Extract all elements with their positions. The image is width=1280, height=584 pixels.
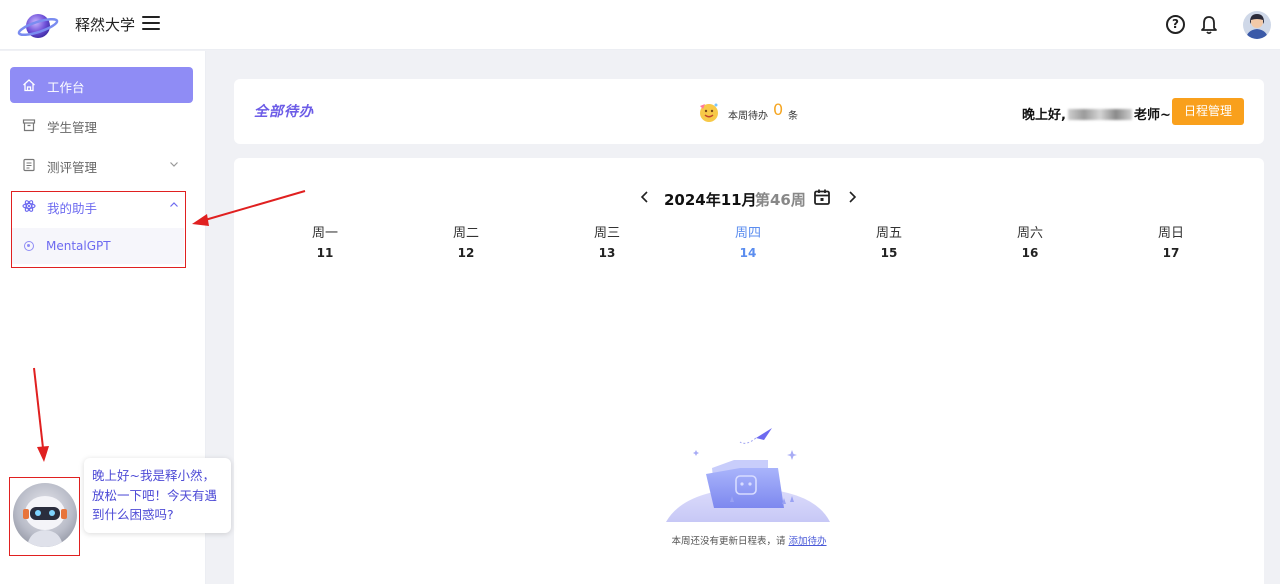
day-date: 15: [880, 246, 898, 260]
day-column-tue[interactable]: 周二 12: [436, 222, 496, 260]
day-date: 17: [1162, 246, 1180, 260]
todo-title: 全部待办: [254, 104, 314, 120]
day-name: 周六: [1016, 226, 1043, 241]
greeting: 晚上好, 老师~: [1022, 104, 1171, 123]
day-name: 周三: [593, 226, 620, 241]
day-date: 12: [457, 246, 475, 260]
planet-logo-icon: [17, 14, 59, 38]
greeting-suffix: 老师~: [1133, 108, 1171, 123]
greeting-prefix: 晚上好,: [1022, 108, 1066, 123]
chevron-down-icon: [170, 162, 178, 167]
schedule-management-button[interactable]: 日程管理: [1172, 98, 1244, 125]
day-date: 11: [316, 246, 334, 260]
empty-schedule-message: 本周还没有更新日程表，请 添加待办: [234, 533, 1264, 547]
sidebar-item-workbench[interactable]: 工作台: [10, 67, 193, 103]
empty-text: 本周还没有更新日程表，请: [671, 536, 786, 547]
annotation-box: [11, 191, 186, 268]
day-column-sun[interactable]: 周日 17: [1141, 222, 1201, 260]
sidebar-item-assessment[interactable]: 测评管理: [10, 147, 193, 183]
todo-card: 全部待办 本周待办 0 条 晚上好, 老师~ 日程管理: [234, 79, 1264, 144]
day-name: 周四: [734, 226, 761, 241]
calendar-week: 第46周: [755, 191, 806, 209]
assistant-chat-bubble[interactable]: 晚上好~我是释小然，放松一下吧！今天有遇到什么困惑吗?: [84, 458, 231, 533]
top-bar: 释然大学 ?: [0, 0, 1280, 50]
day-column-mon[interactable]: 周一 11: [295, 222, 355, 260]
day-column-fri[interactable]: 周五 15: [859, 222, 919, 260]
party-emoji-icon: [700, 103, 718, 122]
week-todo-label: 本周待办: [728, 111, 768, 122]
help-icon[interactable]: ?: [1166, 15, 1185, 34]
calendar-card: 2024年11月 第46周 周一 11 周二 12 周三 13 周四 14 周五…: [234, 158, 1264, 584]
sidebar-item-label: 学生管理: [47, 120, 98, 135]
clipboard-icon: [23, 158, 35, 172]
day-name: 周日: [1157, 226, 1184, 241]
day-name: 周二: [452, 226, 479, 241]
redacted-name: [1067, 109, 1132, 120]
calendar-icon[interactable]: [813, 188, 831, 206]
day-name: 周一: [311, 226, 338, 241]
sidebar-item-label: 工作台: [47, 80, 85, 95]
empty-folder-illustration: [666, 428, 830, 522]
add-todo-link[interactable]: 添加待办: [789, 536, 827, 547]
home-icon: [23, 79, 35, 92]
app-title: 释然大学: [75, 16, 136, 34]
day-name: 周五: [875, 226, 902, 241]
chevron-right-icon[interactable]: [846, 190, 858, 204]
assistant-robot-avatar[interactable]: [13, 483, 77, 547]
hamburger-icon[interactable]: [142, 16, 160, 32]
day-date: 16: [1021, 246, 1039, 260]
day-date: 13: [598, 246, 616, 260]
day-column-sat[interactable]: 周六 16: [1000, 222, 1060, 260]
calendar-month: 2024年11月: [664, 191, 757, 209]
day-date: 14: [739, 246, 757, 260]
robot-icon: [23, 496, 67, 547]
day-column-wed[interactable]: 周三 13: [577, 222, 637, 260]
bell-icon[interactable]: [1200, 15, 1218, 35]
archive-icon: [22, 119, 36, 132]
week-todo-count: 0: [773, 100, 784, 119]
day-column-thu[interactable]: 周四 14: [718, 222, 778, 260]
chevron-left-icon[interactable]: [639, 190, 651, 204]
week-todo-unit: 条: [788, 111, 798, 122]
avatar[interactable]: [1243, 11, 1271, 39]
sidebar-item-students[interactable]: 学生管理: [10, 107, 193, 143]
sidebar-item-label: 测评管理: [47, 160, 98, 175]
